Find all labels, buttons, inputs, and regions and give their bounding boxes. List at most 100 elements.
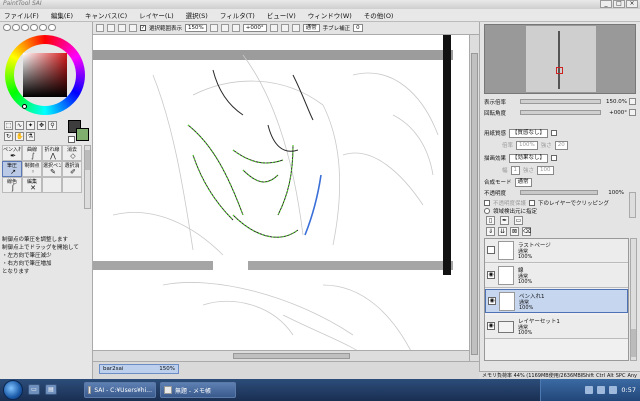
effect-select[interactable]: 【効果なし】: [509, 153, 549, 163]
clock[interactable]: 0:57: [621, 386, 636, 394]
menu-canvas[interactable]: キャンバス(C): [85, 10, 127, 20]
merge-all-icon[interactable]: ⇊: [498, 227, 507, 236]
new-folder-icon[interactable]: ▭: [514, 216, 523, 225]
eye-icon[interactable]: ◉: [487, 271, 495, 279]
rect-select-icon[interactable]: ⬚: [4, 121, 13, 130]
eyedropper-icon[interactable]: ⚗: [26, 132, 35, 141]
start-button[interactable]: [3, 380, 23, 400]
brush-cell[interactable]: [62, 177, 82, 193]
minimize-button[interactable]: _: [600, 0, 612, 8]
layer-item-selected[interactable]: ◉ ペン入れ1 通常 100%: [485, 289, 628, 313]
vertical-scrollbar[interactable]: [469, 35, 479, 361]
maximize-button[interactable]: □: [613, 0, 625, 8]
blend-select[interactable]: 通常: [302, 24, 320, 32]
brush-cell[interactable]: 線色 ʃ: [2, 177, 22, 193]
volume-icon[interactable]: [597, 386, 606, 394]
layer-item[interactable]: ◉ レイヤーセット1 通常 100%: [485, 315, 628, 339]
clear-layer-icon[interactable]: ⊠: [510, 227, 519, 236]
brush-cell[interactable]: 編集 ✕: [22, 177, 42, 193]
show-desktop-icon[interactable]: ▭: [28, 384, 40, 395]
menu-filter[interactable]: フィルタ(T): [220, 10, 255, 20]
redo-icon[interactable]: [129, 24, 137, 32]
hsv-slider-toggle[interactable]: [21, 24, 29, 31]
rotate-left-icon[interactable]: [269, 24, 278, 32]
brush-cell[interactable]: ペン入れ ✒: [2, 145, 22, 161]
zoom-in-icon[interactable]: [220, 24, 229, 32]
brush-cell[interactable]: [42, 177, 62, 193]
scroll-thumb[interactable]: [471, 53, 478, 355]
color-picker-marker[interactable]: [22, 104, 27, 109]
opacity-slider[interactable]: [520, 190, 598, 195]
brush-cell[interactable]: 選択消 ✐: [62, 161, 82, 177]
color-wheel-toggle[interactable]: [3, 24, 11, 31]
layer-item[interactable]: ◉ 線 通常 100%: [485, 264, 628, 288]
network-icon[interactable]: [585, 386, 594, 394]
merge-down-icon[interactable]: ⇓: [486, 227, 495, 236]
delete-layer-icon[interactable]: ⌫: [522, 227, 531, 236]
zoom-icon[interactable]: ⚲: [48, 121, 57, 130]
scroll-thumb[interactable]: [85, 150, 90, 170]
zoom-slider[interactable]: [520, 99, 601, 104]
menu-view[interactable]: ビュー(V): [267, 10, 296, 20]
saturation-value-square[interactable]: [23, 53, 67, 97]
brush-cell[interactable]: 制御点 ◦: [22, 161, 42, 177]
ime-icon[interactable]: [609, 386, 618, 394]
menu-select[interactable]: 選択(S): [186, 10, 208, 20]
taskbar-item-sai[interactable]: SAI - C:¥Users¥hi...: [84, 382, 156, 398]
zoom-step-button[interactable]: [629, 98, 636, 105]
new-layer-icon[interactable]: ▯: [486, 216, 495, 225]
move-icon[interactable]: ✥: [37, 121, 46, 130]
select-source-radio[interactable]: [484, 208, 490, 214]
angle-step-button[interactable]: [629, 109, 636, 116]
zoom-select[interactable]: 150%: [185, 24, 207, 32]
lasso-icon[interactable]: ∿: [15, 121, 24, 130]
magic-wand-icon[interactable]: ✦: [26, 121, 35, 130]
effect-width-field[interactable]: 1: [510, 165, 521, 175]
layer-scrollbar[interactable]: [630, 238, 637, 361]
brush-cell[interactable]: 選択ペン ✎: [42, 161, 62, 177]
selection-visible-checkbox[interactable]: ✓: [140, 25, 146, 31]
stabilizer-select[interactable]: 0: [353, 24, 363, 32]
open-file-icon[interactable]: [107, 24, 115, 32]
new-file-icon[interactable]: [96, 24, 104, 32]
palette-toggle[interactable]: [30, 24, 38, 31]
menu-window[interactable]: ウィンドウ(W): [308, 10, 352, 20]
rgb-slider-toggle[interactable]: [12, 24, 20, 31]
scratch-toggle[interactable]: [48, 24, 56, 31]
menu-file[interactable]: ファイル(F): [4, 10, 39, 20]
flip-icon[interactable]: [291, 24, 300, 32]
hand-icon[interactable]: ✋: [15, 132, 24, 141]
brush-cell[interactable]: 消去 ◇: [62, 145, 82, 161]
menu-edit[interactable]: 編集(E): [51, 10, 73, 20]
rotate-icon[interactable]: ↻: [4, 132, 13, 141]
blend-mode-select[interactable]: 通常: [514, 177, 532, 187]
scroll-thumb[interactable]: [631, 329, 636, 357]
scroll-thumb[interactable]: [233, 353, 350, 359]
explorer-icon[interactable]: ▤: [45, 384, 57, 395]
panel-scrollbar[interactable]: [629, 192, 636, 218]
eye-icon[interactable]: ◉: [487, 322, 495, 330]
canvas[interactable]: [93, 35, 469, 361]
swatch-toggle[interactable]: [39, 24, 47, 31]
eye-icon[interactable]: ◉: [488, 297, 496, 305]
undo-icon[interactable]: [118, 24, 126, 32]
paper-texture-select[interactable]: 【質感なし】: [509, 128, 549, 138]
horizontal-scrollbar[interactable]: [93, 350, 469, 361]
new-pen-layer-icon[interactable]: ✒: [500, 216, 509, 225]
zoom-reset-icon[interactable]: [231, 24, 240, 32]
document-tab[interactable]: bar2sai 150%: [99, 364, 179, 374]
angle-select[interactable]: +000°: [242, 24, 267, 32]
menu-other[interactable]: その他(O): [364, 10, 394, 20]
brush-cell[interactable]: 折れ線 ⋀: [42, 145, 62, 161]
background-color-swatch[interactable]: [76, 128, 89, 141]
color-wheel[interactable]: [5, 35, 85, 115]
angle-slider[interactable]: [520, 110, 601, 115]
navigator[interactable]: [484, 24, 636, 94]
rotate-right-icon[interactable]: [280, 24, 289, 32]
transparent-color-swatch[interactable]: [68, 136, 75, 143]
effect-strength-field[interactable]: 100: [537, 165, 554, 175]
close-button[interactable]: ×: [626, 0, 638, 8]
zoom-out-icon[interactable]: [209, 24, 218, 32]
paper-strength-field[interactable]: 20: [554, 140, 568, 150]
paper-texture-toggle[interactable]: [551, 130, 558, 136]
